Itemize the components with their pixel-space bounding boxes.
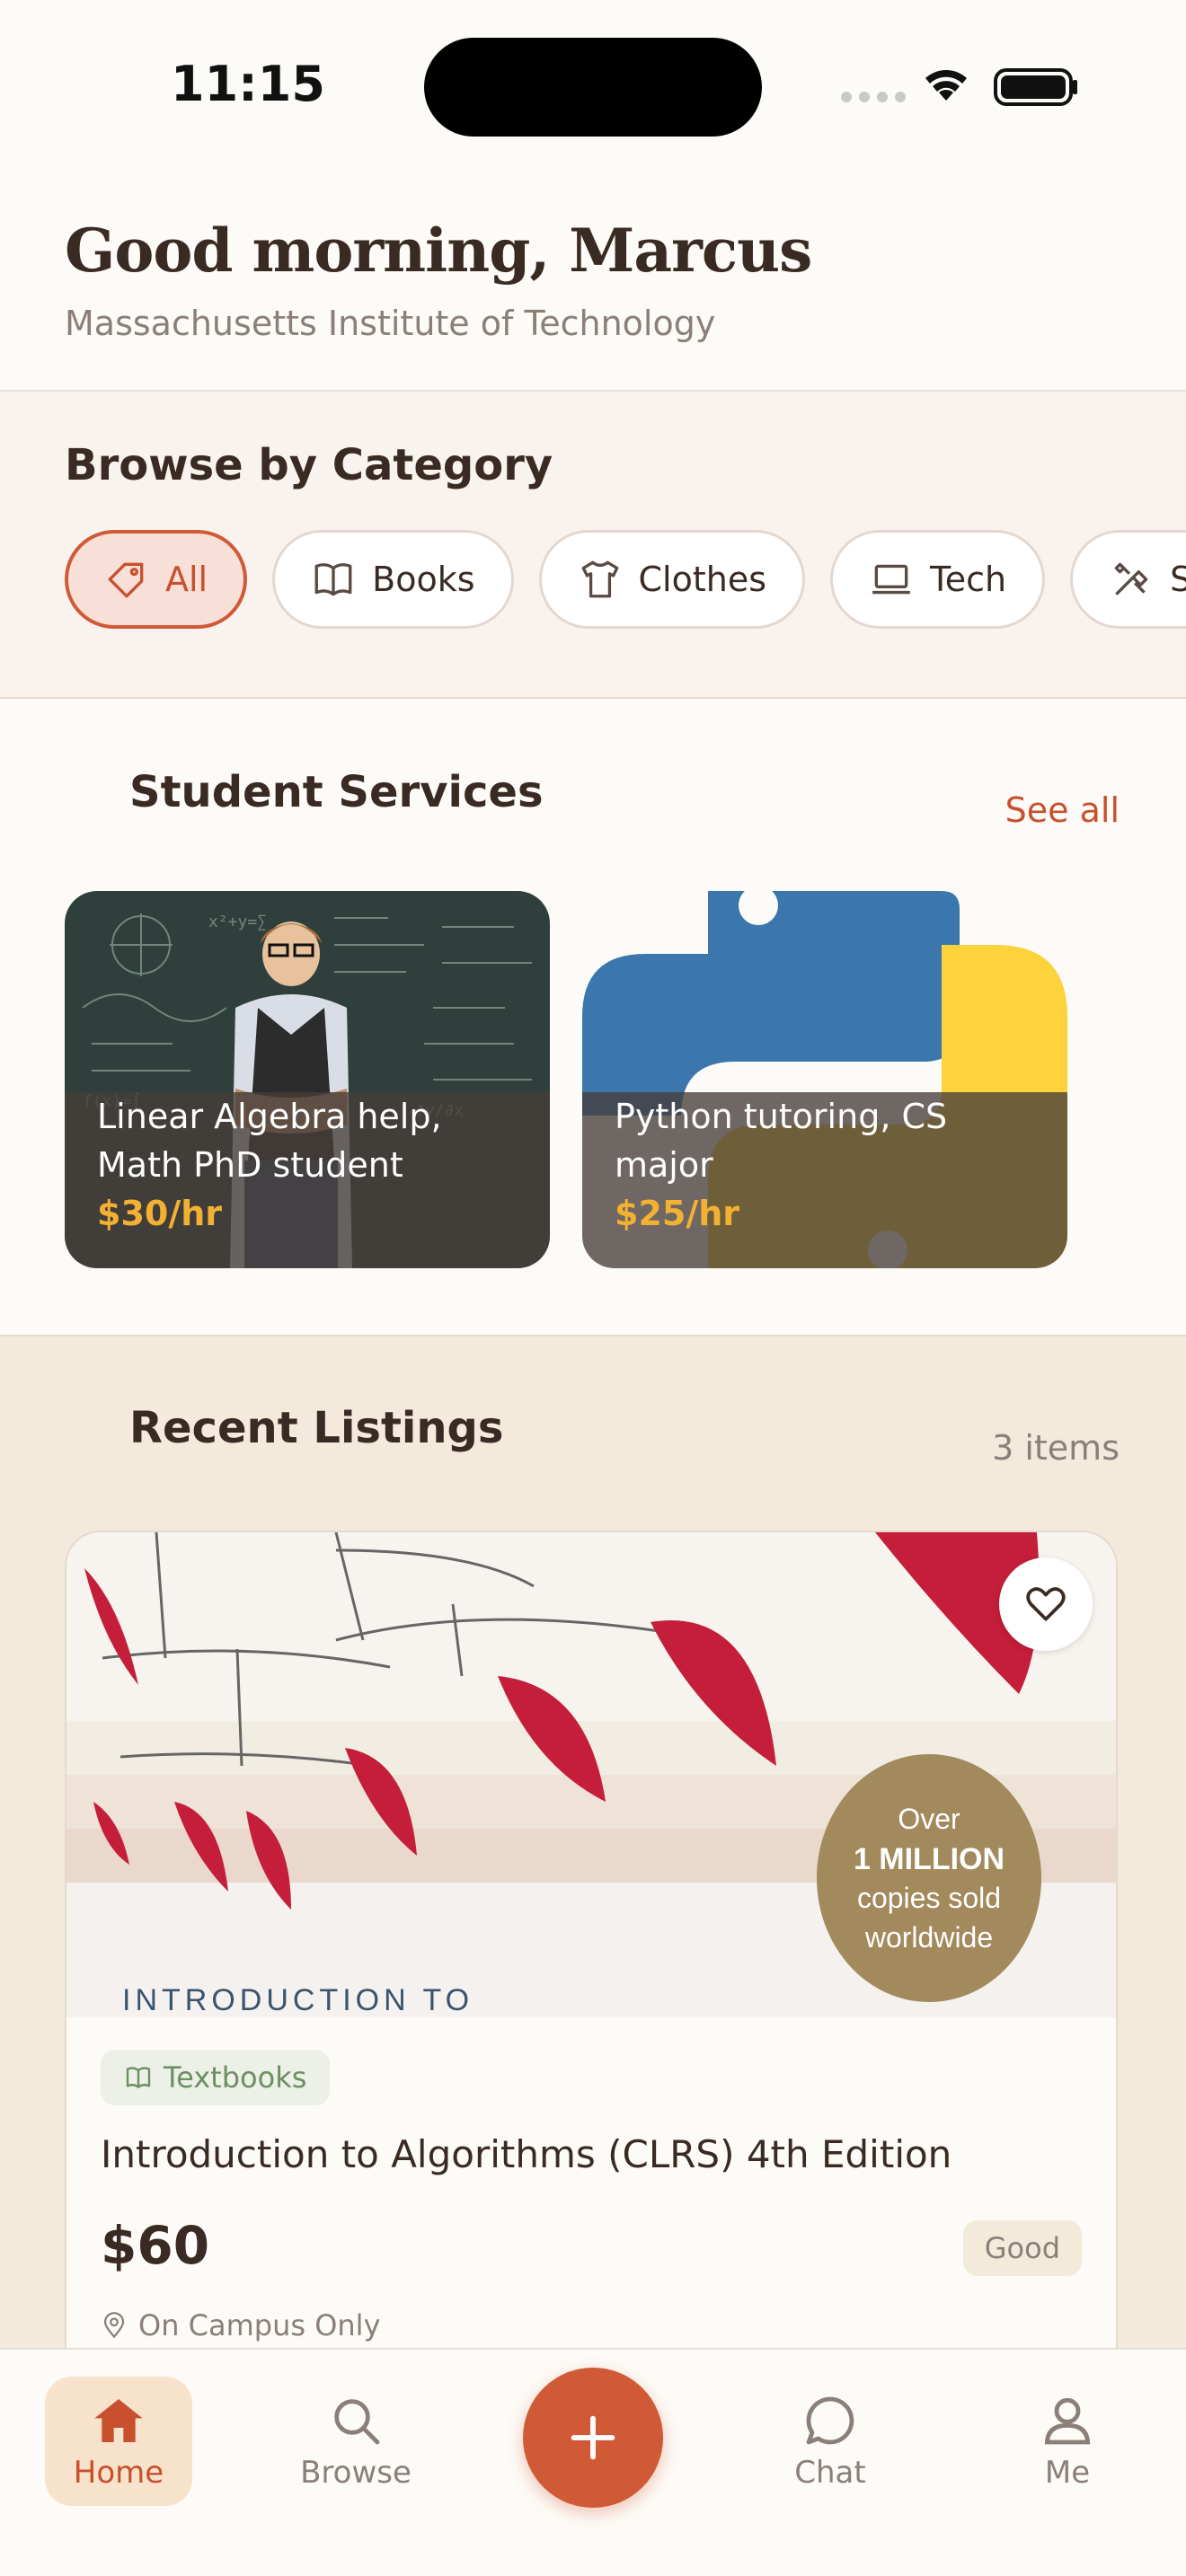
laptop-icon [872, 564, 910, 595]
recent-listings-section: Recent Listings 3 items Over 1 MILLION c… [0, 1335, 1186, 2411]
dynamic-island [424, 38, 762, 137]
category-chips: All Books Clothes Tech Ser [65, 530, 1186, 629]
service-card-overlay: Linear Algebra help, Math PhD student $3… [65, 1092, 550, 1268]
add-listing-button[interactable] [523, 2368, 663, 2508]
status-bar: 11:15 [0, 0, 1186, 162]
school-name: Massachusetts Institute of Technology [65, 304, 716, 343]
shirt-icon [581, 560, 618, 598]
plus-icon [571, 2415, 615, 2460]
heart-icon [1026, 1587, 1066, 1621]
bottom-tab-bar: Home Browse Chat Me [0, 2348, 1186, 2576]
book-icon [314, 563, 352, 596]
svg-text:x²+y=∑: x²+y=∑ [208, 913, 267, 931]
chat-bubble-icon [806, 2396, 854, 2445]
header: Good morning, Marcus Massachusetts Insti… [0, 162, 1186, 392]
cellular-icon [841, 92, 906, 102]
location-label: On Campus Only [138, 2308, 381, 2342]
category-chip-label: All [165, 560, 208, 599]
listing-price: $60 [101, 2215, 210, 2276]
service-price: $25/hr [615, 1194, 739, 1233]
category-chip-tech[interactable]: Tech [830, 530, 1046, 629]
category-chip-label: Ser [1170, 560, 1186, 599]
category-chip-label: Clothes [638, 560, 767, 599]
status-time: 11:15 [171, 56, 325, 112]
home-icon [94, 2399, 143, 2442]
condition-badge: Good [962, 2220, 1082, 2276]
category-chip-label: Tech [930, 560, 1007, 599]
user-icon [1044, 2397, 1091, 2445]
status-icons [841, 68, 1077, 106]
tab-me[interactable]: Me [994, 2377, 1141, 2506]
cover-badge-line: copies sold [857, 1882, 1001, 1914]
cover-badge-line: 1 MILLION [854, 1842, 1005, 1876]
see-all-link[interactable]: See all [1005, 790, 1120, 830]
category-chip-services[interactable]: Ser [1070, 530, 1186, 629]
tab-home[interactable]: Home [45, 2377, 192, 2506]
service-title: Python tutoring, CS major [615, 1097, 948, 1185]
service-card[interactable]: x²+y=∑f(x)=∫∂y/∂x Linear Algebra help, M… [65, 891, 550, 1268]
category-tag: Textbooks [101, 2050, 331, 2105]
greeting-title: Good morning, Marcus [65, 216, 812, 286]
tab-label: Home [73, 2455, 164, 2491]
tab-label: Me [1044, 2455, 1091, 2491]
category-tag-label: Textbooks [164, 2060, 307, 2095]
service-title: Linear Algebra help, Math PhD student [97, 1097, 442, 1185]
listing-title: Introduction to Algorithms (CLRS) 4th Ed… [101, 2132, 952, 2176]
services-section: Student Services See all x²+y=∑f(x)=∫∂y/… [0, 699, 1186, 1268]
service-price: $30/hr [97, 1194, 222, 1233]
listing-cover-image: Over 1 MILLION copies sold worldwide INT… [66, 1532, 1116, 2017]
cover-badge-line: worldwide [864, 1921, 993, 1954]
tab-label: Browse [300, 2455, 412, 2491]
category-chip-label: Books [372, 560, 475, 599]
category-chip-all[interactable]: All [65, 530, 248, 629]
service-card-overlay: Python tutoring, CS major $25/hr [582, 1092, 1067, 1268]
favorite-button[interactable] [999, 1557, 1093, 1651]
search-icon [334, 2399, 380, 2445]
book-icon [126, 2067, 151, 2088]
tab-label: Chat [794, 2455, 866, 2491]
cover-badge-line: Over [898, 1803, 960, 1835]
services-section-title: Student Services [129, 767, 544, 817]
tab-chat[interactable]: Chat [757, 2377, 904, 2506]
tag-icon [108, 562, 144, 598]
cover-title-text: INTRODUCTION TO [122, 1983, 474, 2017]
category-section-title: Browse by Category [65, 440, 553, 490]
category-chip-books[interactable]: Books [272, 530, 514, 629]
category-chip-clothes[interactable]: Clothes [538, 530, 805, 629]
recent-listings-title: Recent Listings [129, 1403, 504, 1453]
location-pin-icon [103, 2312, 125, 2339]
category-section: Browse by Category All Books Clothes Tec… [0, 392, 1186, 699]
items-count: 3 items [992, 1428, 1120, 1468]
listing-card[interactable]: Over 1 MILLION copies sold worldwide INT… [65, 1531, 1118, 2411]
battery-icon [994, 68, 1077, 106]
tools-icon [1114, 562, 1148, 595]
tab-browse[interactable]: Browse [282, 2377, 429, 2506]
listing-location: On Campus Only [101, 2308, 381, 2342]
wifi-icon [925, 70, 967, 101]
service-card[interactable]: Python tutoring, CS major $25/hr [582, 891, 1067, 1268]
